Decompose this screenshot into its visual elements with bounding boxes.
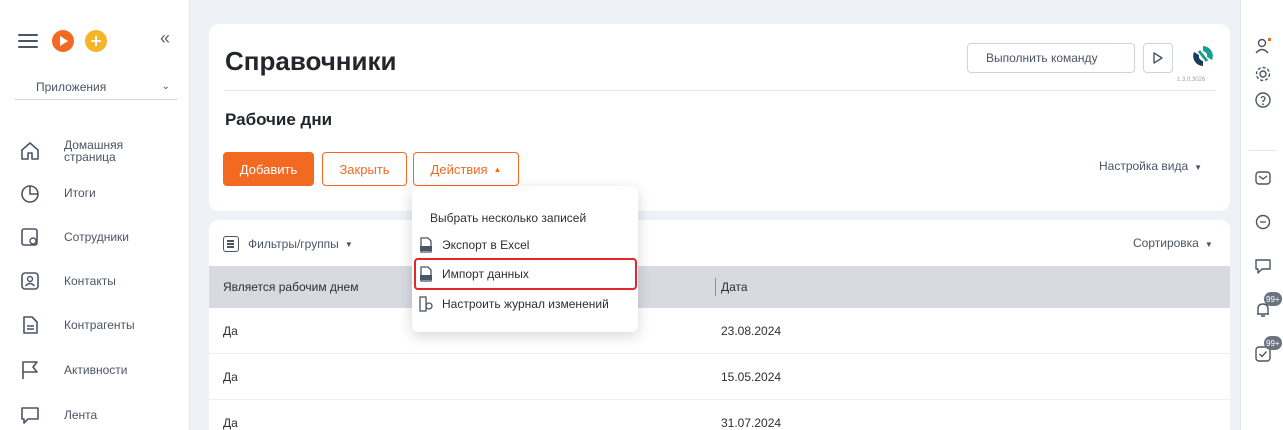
sidebar-item-counterparties[interactable]: Контрагенты	[18, 308, 135, 342]
help-button[interactable]	[1253, 90, 1273, 110]
divider	[1249, 150, 1277, 151]
table-cell: Да	[223, 416, 238, 430]
caret-down-icon: ▼	[1204, 240, 1213, 249]
help-icon	[1255, 92, 1271, 108]
filters-label: Фильтры/группы	[248, 237, 339, 251]
collapse-sidebar-icon[interactable]: «	[160, 28, 170, 49]
sidebar-item-label: Домашняя страница	[64, 138, 124, 164]
version-label: 1.3.0.3026	[1177, 77, 1206, 83]
employees-icon	[18, 225, 42, 249]
notifications-button[interactable]: 99+	[1253, 292, 1282, 320]
sidebar-item-label: Активности	[64, 363, 128, 377]
command-input[interactable]: Выполнить команду	[967, 43, 1135, 73]
table-cell: Да	[223, 324, 238, 338]
user-profile-button[interactable]	[1253, 36, 1273, 56]
comments-button[interactable]	[1253, 256, 1273, 276]
play-icon	[1153, 52, 1163, 64]
menu-item-label: Экспорт в Excel	[442, 238, 530, 252]
messenger-button[interactable]	[1253, 212, 1273, 232]
pie-chart-icon	[18, 181, 42, 205]
table-cell: 31.07.2024	[721, 416, 782, 430]
sidebar-item-label: Итоги	[64, 186, 96, 200]
section-title: Рабочие дни	[225, 110, 333, 129]
table-row[interactable]: Да 23.08.2024	[209, 308, 1230, 354]
caret-up-icon: ▲	[493, 164, 502, 174]
menu-item-export-excel[interactable]: Экспорт в Excel	[412, 233, 638, 257]
play-logo-icon[interactable]	[52, 30, 74, 52]
right-rail: 99+ 99+	[1240, 0, 1283, 430]
caret-down-icon: ▼	[1194, 163, 1203, 172]
sidebar-item-label: Сотрудники	[64, 230, 129, 244]
sidebar-top	[18, 30, 118, 52]
table-cell: Да	[223, 370, 238, 384]
sidebar: « Приложения ⌄ Домашняя страница Итоги С…	[0, 0, 190, 430]
table-row[interactable]: Да 15.05.2024	[209, 354, 1230, 400]
sidebar-item-contacts[interactable]: Контакты	[18, 264, 116, 298]
table-header: Является рабочим днем Дата	[209, 266, 1230, 308]
view-setup-button[interactable]: Настройка вида ▼	[1099, 159, 1202, 173]
menu-item-select-multiple[interactable]: Выбрать несколько записей	[412, 206, 638, 230]
chat-icon	[18, 403, 42, 427]
table-cell: 23.08.2024	[721, 324, 782, 338]
menu-item-configure-log[interactable]: Настроить журнал изменений	[412, 292, 638, 316]
sidebar-item-employees[interactable]: Сотрудники	[18, 220, 129, 254]
view-setup-label: Настройка вида	[1099, 159, 1189, 173]
comment-icon	[1255, 259, 1271, 274]
tasks-button[interactable]: 99+	[1253, 336, 1282, 364]
table-cell: 15.05.2024	[721, 370, 782, 384]
brand-logo-icon	[1193, 46, 1213, 66]
messenger-icon	[1255, 214, 1271, 230]
home-icon	[18, 139, 42, 163]
sidebar-item-summary[interactable]: Итоги	[18, 176, 96, 210]
filters-button[interactable]: Фильтры/группы ▼	[223, 236, 353, 252]
log-settings-icon	[419, 296, 433, 312]
filter-list-icon	[223, 236, 239, 252]
apps-select-label: Приложения	[36, 79, 107, 94]
sidebar-item-label: Контакты	[64, 274, 116, 288]
table-row[interactable]: Да 31.07.2024	[209, 400, 1230, 430]
close-button[interactable]: Закрыть	[322, 152, 407, 186]
gear-icon	[1255, 66, 1271, 82]
mail-button[interactable]	[1253, 168, 1273, 188]
column-header[interactable]: Дата	[721, 280, 748, 294]
run-command-button[interactable]	[1143, 43, 1173, 73]
caret-down-icon: ▼	[344, 239, 353, 249]
sidebar-item-home[interactable]: Домашняя страница	[18, 134, 144, 168]
main-header-card: Справочники Выполнить команду 1.3.0.3026…	[209, 24, 1230, 211]
highlight-frame	[414, 258, 637, 290]
sidebar-item-activities[interactable]: Активности	[18, 353, 127, 387]
notifications-badge: 99+	[1264, 292, 1282, 306]
menu-item-label: Выбрать несколько записей	[430, 211, 587, 225]
sidebar-item-label: Контрагенты	[64, 318, 135, 332]
sort-button[interactable]: Сортировка ▼	[1133, 236, 1213, 250]
document-icon	[18, 313, 42, 337]
actions-button[interactable]: Действия ▲	[413, 152, 519, 186]
flag-icon	[18, 358, 42, 382]
divider	[225, 90, 1215, 91]
plus-logo-icon[interactable]	[85, 30, 107, 52]
xls-icon	[420, 237, 432, 253]
mail-icon	[1255, 171, 1271, 185]
user-icon	[1255, 38, 1271, 54]
sidebar-item-label: Лента	[64, 408, 98, 422]
sort-label: Сортировка	[1133, 236, 1199, 250]
column-resizer[interactable]	[715, 278, 716, 296]
chevron-down-icon: ⌄	[161, 81, 170, 92]
menu-icon[interactable]	[18, 34, 38, 48]
actions-button-label: Действия	[430, 161, 488, 177]
add-button[interactable]: Добавить	[223, 152, 314, 186]
apps-select[interactable]: Приложения ⌄	[14, 74, 178, 100]
table-card: Фильтры/группы ▼ Сортировка ▼ Является раб…	[209, 220, 1230, 430]
contact-icon	[18, 269, 42, 293]
column-header[interactable]: Является рабочим днем	[223, 280, 358, 294]
menu-item-label: Настроить журнал изменений	[442, 297, 609, 311]
settings-button[interactable]	[1253, 64, 1273, 84]
tasks-badge: 99+	[1264, 336, 1282, 350]
page-title: Справочники	[225, 46, 397, 76]
sidebar-item-feed[interactable]: Лента	[18, 398, 97, 430]
